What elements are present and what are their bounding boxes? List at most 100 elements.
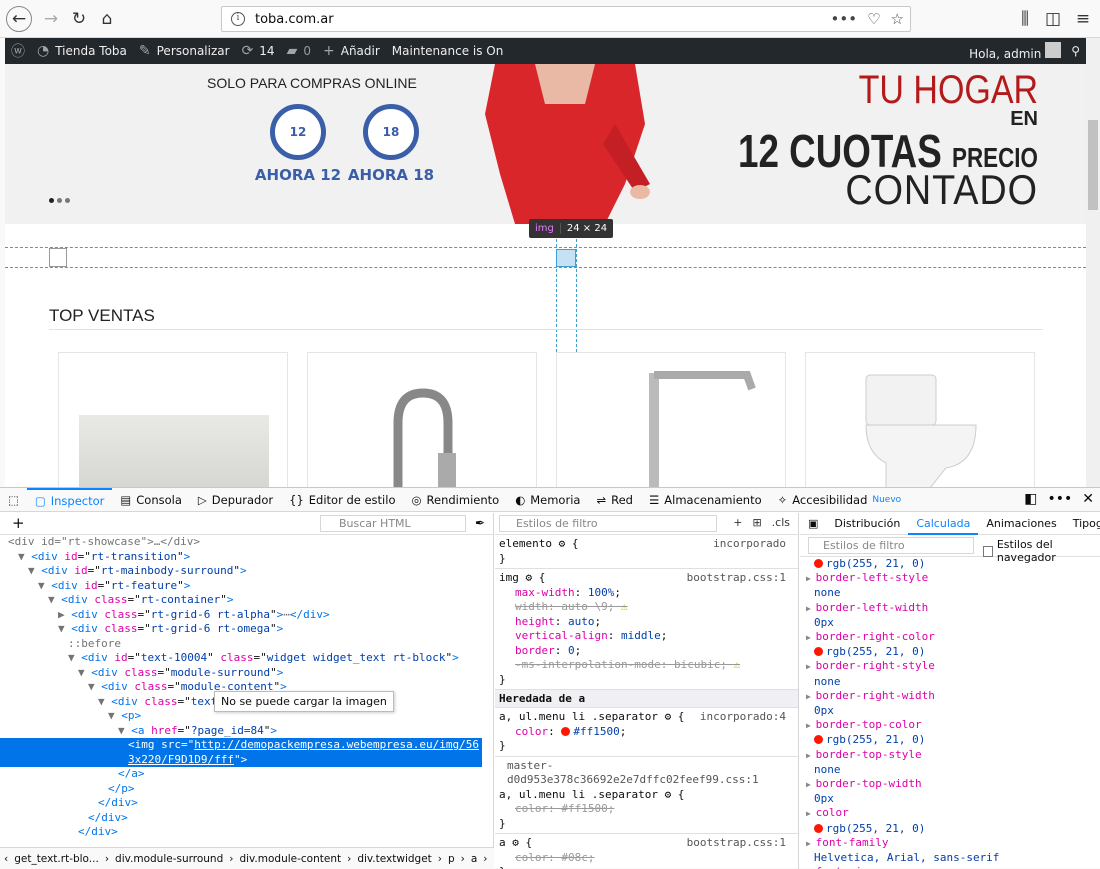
ellipsis-icon[interactable]: ⋯	[283, 608, 290, 621]
expand-toggle-icon[interactable]: ▼	[38, 579, 51, 592]
computed-prop-name[interactable]: border-top-width	[806, 777, 1100, 792]
breadcrumb-item[interactable]: get_text.rt-blo...	[14, 853, 99, 865]
tab-layout[interactable]: Distribución	[826, 513, 908, 535]
info-icon[interactable]: i	[231, 12, 245, 26]
html-node[interactable]: ▼ <div id="rt-transition">	[0, 550, 482, 565]
filter-styles-input[interactable]: Estilos de filtro	[499, 515, 717, 532]
page-scrollbar[interactable]	[1086, 38, 1100, 487]
slider-dot[interactable]	[49, 198, 54, 203]
expand-toggle-icon[interactable]: ▼	[98, 695, 111, 708]
color-swatch-icon[interactable]	[561, 726, 571, 736]
slider-dot[interactable]	[65, 198, 70, 203]
page-actions-icon[interactable]: •••	[831, 10, 858, 28]
breadcrumb-item[interactable]: a	[471, 853, 477, 865]
html-node[interactable]: </p>	[0, 782, 482, 797]
css-declaration[interactable]: border: 0;	[499, 644, 794, 659]
computed-prop-name[interactable]: border-left-style	[806, 571, 1100, 586]
add-rule-icon[interactable]: +	[733, 516, 742, 529]
promo-banner[interactable]: SOLO PARA COMPRAS ONLINE 12 AHORA 12 18 …	[5, 64, 1086, 224]
toggle-sidebar-icon[interactable]: ▣	[800, 513, 826, 535]
html-node[interactable]: ▼ <div id="text-10004" class="widget wid…	[0, 651, 482, 666]
breadcrumb-item[interactable]: div.module-content	[239, 853, 341, 865]
expand-toggle-icon[interactable]: ▼	[118, 724, 131, 737]
tab-computed[interactable]: Calculada	[908, 513, 979, 535]
breadcrumb-item[interactable]: div.textwidget	[357, 853, 431, 865]
product-card[interactable]	[556, 352, 786, 487]
tab-animations[interactable]: Animaciones	[978, 513, 1064, 535]
html-node[interactable]: </a>	[0, 767, 482, 782]
wp-site-link[interactable]: ◔ Tienda Toba	[31, 38, 133, 64]
expand-toggle-icon[interactable]: ▼	[78, 666, 91, 679]
dock-icon[interactable]: ◧	[1024, 491, 1037, 507]
css-declaration[interactable]: color: #08c;	[499, 851, 794, 866]
rule-source[interactable]: master-d0d953e378c36692e2e7dffc02feef99.…	[499, 759, 794, 788]
css-rule[interactable]: a, ul.menu li .separator ⚙ {incorporado:…	[495, 708, 798, 757]
html-node[interactable]: ▼ <div class="rt-container">	[0, 593, 482, 608]
computed-filter-input[interactable]: Estilos de filtro	[808, 537, 974, 554]
close-icon[interactable]: ✕	[1082, 491, 1094, 507]
wp-add-link[interactable]: + Añadir	[317, 38, 386, 64]
css-declaration[interactable]: -ms-interpolation-mode: bicubic; ⚠	[499, 658, 794, 673]
pseudo-class-icon[interactable]: ⊞	[752, 516, 761, 529]
html-node[interactable]: ▼ <a href="?page_id=84">	[0, 724, 482, 739]
html-node[interactable]: </div>	[0, 825, 482, 840]
html-node[interactable]: ▶ <div class="rt-grid-6 rt-alpha">⋯</div…	[0, 608, 482, 623]
css-rule[interactable]: elemento ⚙ {incorporado}	[495, 535, 798, 569]
highlighted-img-element[interactable]	[556, 249, 576, 267]
wp-maintenance-link[interactable]: Maintenance is On	[386, 38, 510, 64]
tab-memory[interactable]: ◐ Memoria	[507, 488, 588, 512]
product-card[interactable]	[58, 352, 288, 487]
computed-prop-name[interactable]: color	[806, 806, 1100, 821]
reload-button[interactable]: ↻	[66, 6, 92, 32]
rule-source[interactable]: incorporado	[713, 537, 786, 552]
wp-account-link[interactable]: Hola, admin	[969, 41, 1062, 61]
css-declaration[interactable]: height: auto;	[499, 615, 794, 630]
menu-icon[interactable]: ≡	[1070, 6, 1096, 32]
product-card[interactable]	[805, 352, 1035, 487]
html-node[interactable]: ::before	[0, 637, 482, 652]
forward-button[interactable]: →	[38, 6, 64, 32]
html-node[interactable]: <div id="rt-showcase">…</div>	[0, 535, 482, 550]
expand-toggle-icon[interactable]: ▼	[28, 564, 41, 577]
html-node[interactable]: </div>	[0, 811, 482, 826]
tab-style-editor[interactable]: {} Editor de estilo	[281, 488, 403, 512]
html-node[interactable]: </div>	[0, 796, 482, 811]
browser-styles-toggle[interactable]: Estilos del navegador	[983, 538, 1100, 564]
url-bar[interactable]: i toba.com.ar ••• ♡ ☆	[221, 6, 911, 32]
css-rule[interactable]: master-d0d953e378c36692e2e7dffc02feef99.…	[495, 757, 798, 834]
expand-toggle-icon[interactable]: ▼	[68, 651, 81, 664]
wp-logo[interactable]: ⓦ	[5, 38, 31, 64]
eyedropper-icon[interactable]: ✒	[475, 516, 485, 530]
breadcrumb-item[interactable]: div.module-surround	[115, 853, 223, 865]
breadcrumb-item[interactable]: img	[494, 853, 495, 865]
css-declaration[interactable]: color: #ff1500;	[499, 725, 794, 740]
sidebar-icon[interactable]: ◫	[1040, 6, 1066, 32]
html-node[interactable]: ▼ <div id="rt-mainbody-surround">	[0, 564, 482, 579]
computed-prop-name[interactable]: border-top-color	[806, 718, 1100, 733]
expand-toggle-icon[interactable]: ▼	[58, 622, 71, 635]
computed-prop-name[interactable]: border-right-color	[806, 630, 1100, 645]
slider-dots[interactable]	[49, 198, 70, 203]
library-icon[interactable]: ⫼	[1012, 6, 1038, 32]
computed-prop-name[interactable]: border-left-width	[806, 601, 1100, 616]
search-html-input[interactable]: Buscar HTML	[320, 515, 466, 532]
breadcrumb-item[interactable]: p	[448, 853, 455, 865]
search-icon[interactable]: ⚲	[1071, 44, 1080, 58]
bookmark-star-icon[interactable]: ☆	[891, 10, 904, 28]
home-button[interactable]: ⌂	[94, 6, 120, 32]
expand-toggle-icon[interactable]: ▶	[58, 608, 71, 621]
html-node[interactable]: ▼ <div id="rt-feature">	[0, 579, 482, 594]
wp-updates-link[interactable]: ⟳ 14	[236, 38, 281, 64]
back-button[interactable]: ←	[6, 6, 32, 32]
wp-comments-link[interactable]: ▰ 0	[281, 38, 317, 64]
css-declaration[interactable]: max-width: 100%;	[499, 586, 794, 601]
css-declaration[interactable]: color: #ff1500;	[499, 802, 794, 817]
html-node[interactable]: ▼ <div class="rt-grid-6 rt-omega">	[0, 622, 482, 637]
rule-source[interactable]: bootstrap.css:1	[687, 571, 786, 586]
expand-toggle-icon[interactable]: ▼	[18, 550, 31, 563]
css-declaration[interactable]: width: auto \9; ⚠	[499, 600, 794, 615]
pocket-icon[interactable]: ♡	[867, 10, 880, 28]
tab-storage[interactable]: ☰ Almacenamiento	[641, 488, 770, 512]
css-rule[interactable]: a ⚙ {bootstrap.css:1color: #08c;}	[495, 834, 798, 869]
add-node-icon[interactable]: +	[12, 514, 25, 532]
